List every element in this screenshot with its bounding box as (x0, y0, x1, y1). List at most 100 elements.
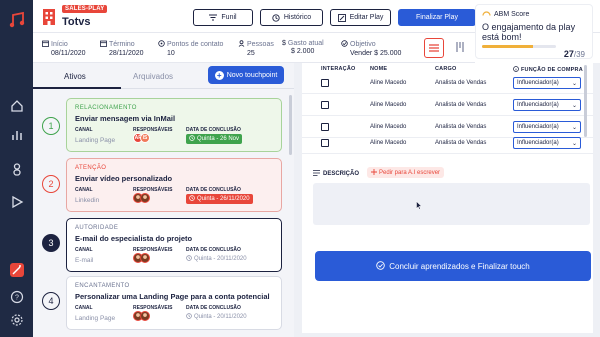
stat-end: Término 28/11/2020 (100, 40, 144, 58)
touchpoint-card[interactable]: ATENÇÃO Enviar vídeo personalizado CANAL… (66, 158, 282, 212)
stat-end-value: 28/11/2020 (109, 50, 144, 57)
description-label: DESCRIÇÃO (313, 170, 359, 178)
due-date-text: Quinta - 20/11/2020 (194, 314, 247, 320)
home-icon[interactable] (0, 94, 33, 118)
edit-play-button-label: Editar Play (349, 14, 384, 21)
card-canal: E-mail (75, 257, 94, 264)
sparkle-icon (371, 168, 377, 177)
magic-icon[interactable] (0, 258, 33, 282)
card-title: E-mail do especialista do projeto (75, 234, 193, 243)
row-name: Aline Macedo (370, 80, 407, 86)
row-name: Aline Macedo (370, 102, 407, 108)
clock-icon (186, 255, 192, 263)
help-icon[interactable]: ? (0, 285, 33, 309)
due-date-text: Quinta - 20/11/2020 (194, 256, 247, 262)
target-icon (341, 40, 348, 50)
touchpoint-icon (158, 40, 165, 50)
canal-label: CANAL (75, 247, 93, 253)
plus-icon: + (214, 70, 224, 80)
filter-icon (209, 14, 218, 21)
buying-function-value: Influenciador(a) (517, 102, 559, 108)
people-icon (238, 40, 245, 50)
abm-score-progress (482, 45, 556, 48)
row-checkbox[interactable] (321, 101, 329, 109)
step-1: 1 (42, 117, 60, 135)
description-textarea[interactable] (313, 183, 590, 225)
text-align-icon (313, 170, 320, 178)
touchpoint-card[interactable]: RELACIONAMENTO Enviar mensagem via InMai… (66, 98, 282, 152)
menu-icon (429, 39, 439, 57)
stat-goal: Objetivo Vender $ 25.000 (341, 40, 401, 58)
edit-play-button[interactable]: Editar Play (330, 9, 391, 26)
touchpoint-card[interactable]: ENCANTAMENTO Personalizar uma Landing Pa… (66, 276, 282, 330)
card-category: ATENÇÃO (75, 165, 107, 171)
chart-icon[interactable] (0, 123, 33, 147)
tab-arquivados[interactable]: Arquivados (133, 72, 173, 81)
finalize-play-button-label: Finalizar Play (415, 14, 458, 21)
svg-text:?: ? (15, 295, 19, 302)
card-canal: Linkedin (75, 197, 100, 204)
abm-score-message: O engajamento da play está bom! (482, 22, 576, 42)
card-category: RELACIONAMENTO (75, 105, 137, 111)
touchpoint-card[interactable]: AUTORIDADE E-mail do especialista do pro… (66, 218, 282, 272)
buying-function-select[interactable]: Influenciador(a) ⌄ (513, 77, 581, 89)
ai-write-button[interactable]: Pedir para A.I escrever (367, 167, 445, 178)
description-label-text: DESCRIÇÃO (323, 171, 360, 177)
row-checkbox[interactable] (321, 139, 329, 147)
row-checkbox[interactable] (321, 123, 329, 131)
finalize-play-button[interactable]: Finalizar Play (398, 9, 476, 26)
historico-button[interactable]: Histórico (260, 9, 323, 26)
row-role: Analista de Vendas (435, 124, 487, 130)
finish-touch-button-label: Concluir aprendizados e Finalizar touch (389, 261, 530, 271)
stat-touchpoints-label: Pontos de contato (167, 41, 224, 48)
detail-card: INTERAÇÃO NOME CARGO FUNÇÃO DE COMPRA Al… (302, 63, 593, 333)
chevron-down-icon: ⌄ (571, 103, 577, 109)
stat-people-label: Pessoas (247, 41, 274, 48)
chevron-down-icon: ⌄ (571, 81, 577, 87)
finish-touch-button[interactable]: Concluir aprendizados e Finalizar touch (315, 251, 591, 281)
stat-spend: $ Gasto atual $ 2.000 (282, 40, 324, 56)
clock-icon (189, 135, 195, 143)
clock-icon (186, 313, 192, 321)
row-checkbox[interactable] (321, 79, 329, 87)
touchpoints-panel: Ativos Arquivados + Novo touchpoint 1 RE… (33, 63, 294, 337)
row-role: Analista de Vendas (435, 140, 487, 146)
abm-score-value: 27/39 (564, 49, 585, 59)
stat-goal-value: Vender $ 25.000 (350, 50, 402, 57)
mouse-pointer-icon (416, 197, 423, 215)
table-scrollbar[interactable] (584, 65, 587, 137)
stat-people: Pessoas 25 (238, 40, 274, 58)
calendar-icon (42, 40, 49, 50)
side-rail: ? (0, 0, 33, 337)
funil-button[interactable]: Funil (193, 9, 253, 26)
row-name: Aline Macedo (370, 124, 407, 130)
column-view-button[interactable] (450, 38, 470, 58)
buying-function-select[interactable]: Influenciador(a) ⌄ (513, 137, 581, 149)
left-scrollbar[interactable] (289, 95, 292, 155)
settings-icon[interactable] (0, 308, 33, 332)
conclusao-label: DATA DE CONCLUSÃO (186, 305, 241, 311)
canal-label: CANAL (75, 187, 93, 193)
stat-touchpoints: Pontos de contato 10 (158, 40, 223, 58)
avatar (140, 311, 150, 321)
gauge-icon (482, 10, 491, 18)
avatar (140, 253, 150, 263)
funil-button-label: Funil (221, 14, 237, 21)
check-circle-icon (376, 260, 385, 272)
buying-function-select[interactable]: Influenciador(a) ⌄ (513, 99, 581, 111)
clock-icon (189, 195, 195, 203)
stat-spend-value: $ 2.000 (291, 48, 315, 55)
stat-start: Início 08/11/2020 (42, 40, 86, 58)
abm-score-progress-fill (482, 45, 534, 48)
building-icon (42, 8, 56, 26)
person-icon[interactable] (0, 157, 33, 181)
canal-label: CANAL (75, 305, 93, 311)
row-role: Analista de Vendas (435, 80, 487, 86)
music-logo-icon[interactable] (0, 8, 33, 32)
new-touchpoint-button[interactable]: + Novo touchpoint (208, 66, 284, 84)
list-view-button[interactable] (424, 38, 444, 58)
play-icon[interactable] (0, 190, 33, 214)
table-row: Aline Macedo Analista de Vendas Influenc… (302, 72, 593, 94)
tab-ativos[interactable]: Ativos (64, 72, 86, 81)
due-date-text: Quinta - 26/11/2020 (197, 196, 250, 202)
